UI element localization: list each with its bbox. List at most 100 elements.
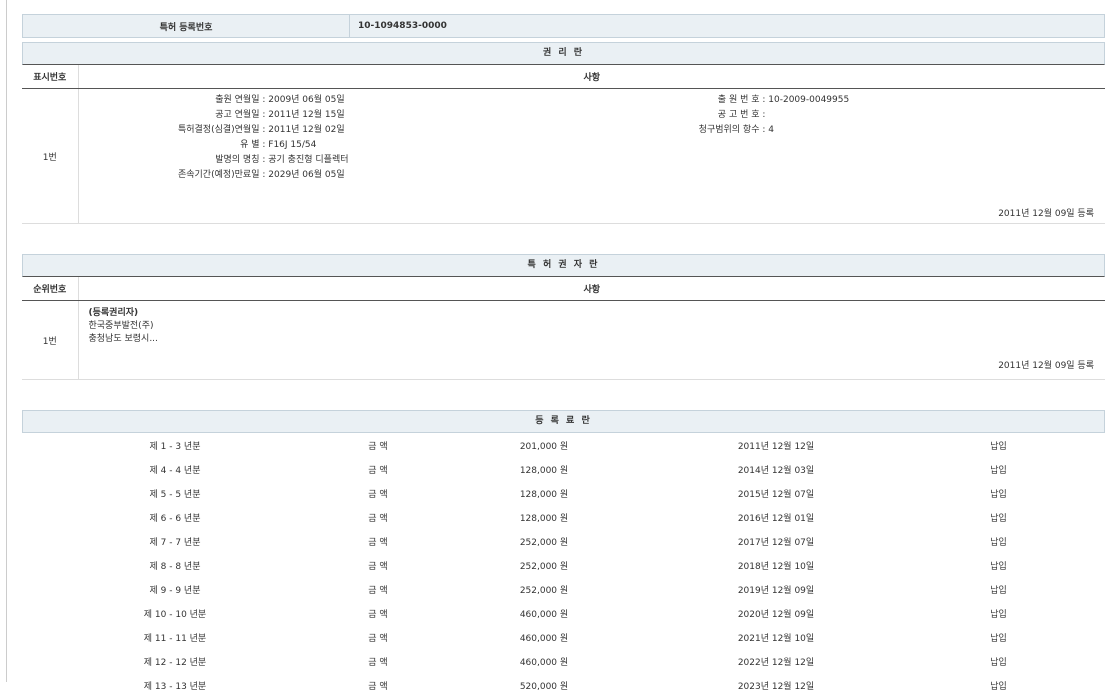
fee-date: 2018년 12월 10일 [660, 553, 892, 577]
fee-period: 제 4 - 4 년분 [22, 457, 328, 481]
rights-field-label: 유 별 [80, 138, 260, 153]
rights-field-value: 10-2009-0049955 [768, 95, 849, 105]
fee-amount: 252,000 원 [428, 529, 660, 553]
rights-field-sep: : [260, 140, 269, 150]
fee-date: 2015년 12월 07일 [660, 481, 892, 505]
fee-amount-label: 금 액 [328, 529, 428, 553]
patent-number-label: 특허 등록번호 [23, 15, 350, 38]
fee-status: 납입 [892, 481, 1105, 505]
holder-col-index: 순위번호 [22, 277, 78, 301]
rights-field-sep: : [260, 170, 269, 180]
fee-row: 제 11 - 11 년분금 액460,000 원2021년 12월 10일납입 [22, 625, 1105, 649]
rights-field-sep: : [760, 110, 766, 120]
rights-row-index: 1번 [22, 89, 78, 224]
rights-field-label: 공 고 번 호 [600, 108, 760, 123]
rights-field-value: 2009년 06월 05일 [268, 95, 344, 105]
patent-number-value: 10-1094853-0000 [350, 15, 1105, 38]
fee-period: 제 10 - 10 년분 [22, 601, 328, 625]
fee-date: 2016년 12월 01일 [660, 505, 892, 529]
fee-amount: 460,000 원 [428, 625, 660, 649]
holder-line-2: 한국중부발전(주) [89, 320, 1105, 333]
rights-registered-date: 2011년 12월 09일 등록 [998, 206, 1104, 219]
rights-field-sep: : [260, 155, 269, 165]
rights-field-label: 출 원 번 호 [600, 93, 760, 108]
patent-number-table: 특허 등록번호 10-1094853-0000 [22, 14, 1105, 38]
fee-amount-label: 금 액 [328, 433, 428, 457]
rights-field-value: 2011년 12월 02일 [268, 125, 344, 135]
holder-detail: (등록권리자) 한국중부발전(주) 충청남도 보령시... 2011년 12월 … [78, 301, 1105, 380]
fee-period: 제 11 - 11 년분 [22, 625, 328, 649]
fee-amount-label: 금 액 [328, 625, 428, 649]
fee-date: 2020년 12월 09일 [660, 601, 892, 625]
fee-date: 2014년 12월 03일 [660, 457, 892, 481]
fee-row: 제 9 - 9 년분금 액252,000 원2019년 12월 09일납입 [22, 577, 1105, 601]
rights-col-matter: 사항 [78, 65, 1105, 89]
fees-section: 등 록 료 란 제 1 - 3 년분금 액201,000 원2011년 12월 … [22, 410, 1105, 697]
fee-date: 2022년 12월 12일 [660, 649, 892, 673]
rights-field-sep: : [260, 125, 269, 135]
fee-status: 납입 [892, 553, 1105, 577]
fee-amount: 128,000 원 [428, 457, 660, 481]
fee-row: 제 8 - 8 년분금 액252,000 원2018년 12월 10일납입 [22, 553, 1105, 577]
rights-field: 존속기간(예정)만료일 : 2029년 06월 05일 [80, 168, 342, 183]
fee-period: 제 6 - 6 년분 [22, 505, 328, 529]
rights-field-sep: : [260, 95, 269, 105]
fee-period: 제 1 - 3 년분 [22, 433, 328, 457]
rights-right-fields: 출 원 번 호 : 10-2009-0049955공 고 번 호 : 청구범위의… [600, 93, 1000, 138]
page-left-border [6, 0, 7, 682]
fee-amount-label: 금 액 [328, 505, 428, 529]
fee-amount-label: 금 액 [328, 601, 428, 625]
rights-field: 출 원 번 호 : 10-2009-0049955 [600, 93, 1000, 108]
holder-section: 특 허 권 자 란 순위번호 사항 1번 (등록권리자) 한국중부발전(주) 충… [22, 254, 1105, 380]
fee-row: 제 7 - 7 년분금 액252,000 원2017년 12월 07일납입 [22, 529, 1105, 553]
rights-field-value: F16J 15/54 [268, 140, 316, 150]
fee-period: 제 8 - 8 년분 [22, 553, 328, 577]
holder-line-1: (등록권리자) [89, 307, 1105, 320]
fee-amount: 128,000 원 [428, 505, 660, 529]
rights-field: 청구범위의 항수 : 4 [600, 123, 1000, 138]
fee-amount: 128,000 원 [428, 481, 660, 505]
rights-field: 유 별 : F16J 15/54 [80, 138, 342, 153]
fee-date: 2019년 12월 09일 [660, 577, 892, 601]
rights-field: 출원 연월일 : 2009년 06월 05일 [80, 93, 342, 108]
fee-amount-label: 금 액 [328, 481, 428, 505]
fee-date: 2017년 12월 07일 [660, 529, 892, 553]
fee-period: 제 5 - 5 년분 [22, 481, 328, 505]
rights-field: 특허결정(심결)연월일 : 2011년 12월 02일 [80, 123, 342, 138]
rights-field-label: 존속기간(예정)만료일 [80, 168, 260, 183]
fee-period: 제 9 - 9 년분 [22, 577, 328, 601]
fee-period: 제 12 - 12 년분 [22, 649, 328, 673]
fee-amount-label: 금 액 [328, 649, 428, 673]
fee-date: 2023년 12월 12일 [660, 673, 892, 697]
fee-amount-label: 금 액 [328, 457, 428, 481]
holder-title: 특 허 권 자 란 [22, 254, 1105, 277]
rights-field-label: 청구범위의 항수 [600, 123, 760, 138]
rights-field-label: 출원 연월일 [80, 93, 260, 108]
fee-amount-label: 금 액 [328, 577, 428, 601]
fee-status: 납입 [892, 577, 1105, 601]
rights-field-label: 특허결정(심결)연월일 [80, 123, 260, 138]
fee-amount: 460,000 원 [428, 649, 660, 673]
fee-row: 제 1 - 3 년분금 액201,000 원2011년 12월 12일납입 [22, 433, 1105, 457]
fee-period: 제 7 - 7 년분 [22, 529, 328, 553]
holder-registered-date: 2011년 12월 09일 등록 [998, 358, 1104, 371]
fee-status: 납입 [892, 529, 1105, 553]
holder-line-3: 충청남도 보령시... [89, 333, 1105, 346]
fee-status: 납입 [892, 505, 1105, 529]
patent-register: 특허 등록번호 10-1094853-0000 권 리 란 표시번호 사항 1번… [22, 14, 1105, 697]
rights-left-fields: 출원 연월일 : 2009년 06월 05일공고 연월일 : 2011년 12월… [80, 93, 342, 183]
rights-table: 표시번호 사항 1번 출원 연월일 : 2009년 06월 05일공고 연월일 … [22, 65, 1105, 224]
fee-row: 제 5 - 5 년분금 액128,000 원2015년 12월 07일납입 [22, 481, 1105, 505]
fee-amount: 201,000 원 [428, 433, 660, 457]
rights-field-sep: : [760, 95, 769, 105]
fee-row: 제 13 - 13 년분금 액520,000 원2023년 12월 12일납입 [22, 673, 1105, 697]
fee-date: 2011년 12월 12일 [660, 433, 892, 457]
rights-field-label: 공고 연월일 [80, 108, 260, 123]
fee-status: 납입 [892, 649, 1105, 673]
fee-row: 제 6 - 6 년분금 액128,000 원2016년 12월 01일납입 [22, 505, 1105, 529]
fee-status: 납입 [892, 433, 1105, 457]
fees-title: 등 록 료 란 [22, 410, 1105, 433]
rights-field-value: 2029년 06월 05일 [268, 170, 344, 180]
fee-period: 제 13 - 13 년분 [22, 673, 328, 697]
fee-amount: 520,000 원 [428, 673, 660, 697]
